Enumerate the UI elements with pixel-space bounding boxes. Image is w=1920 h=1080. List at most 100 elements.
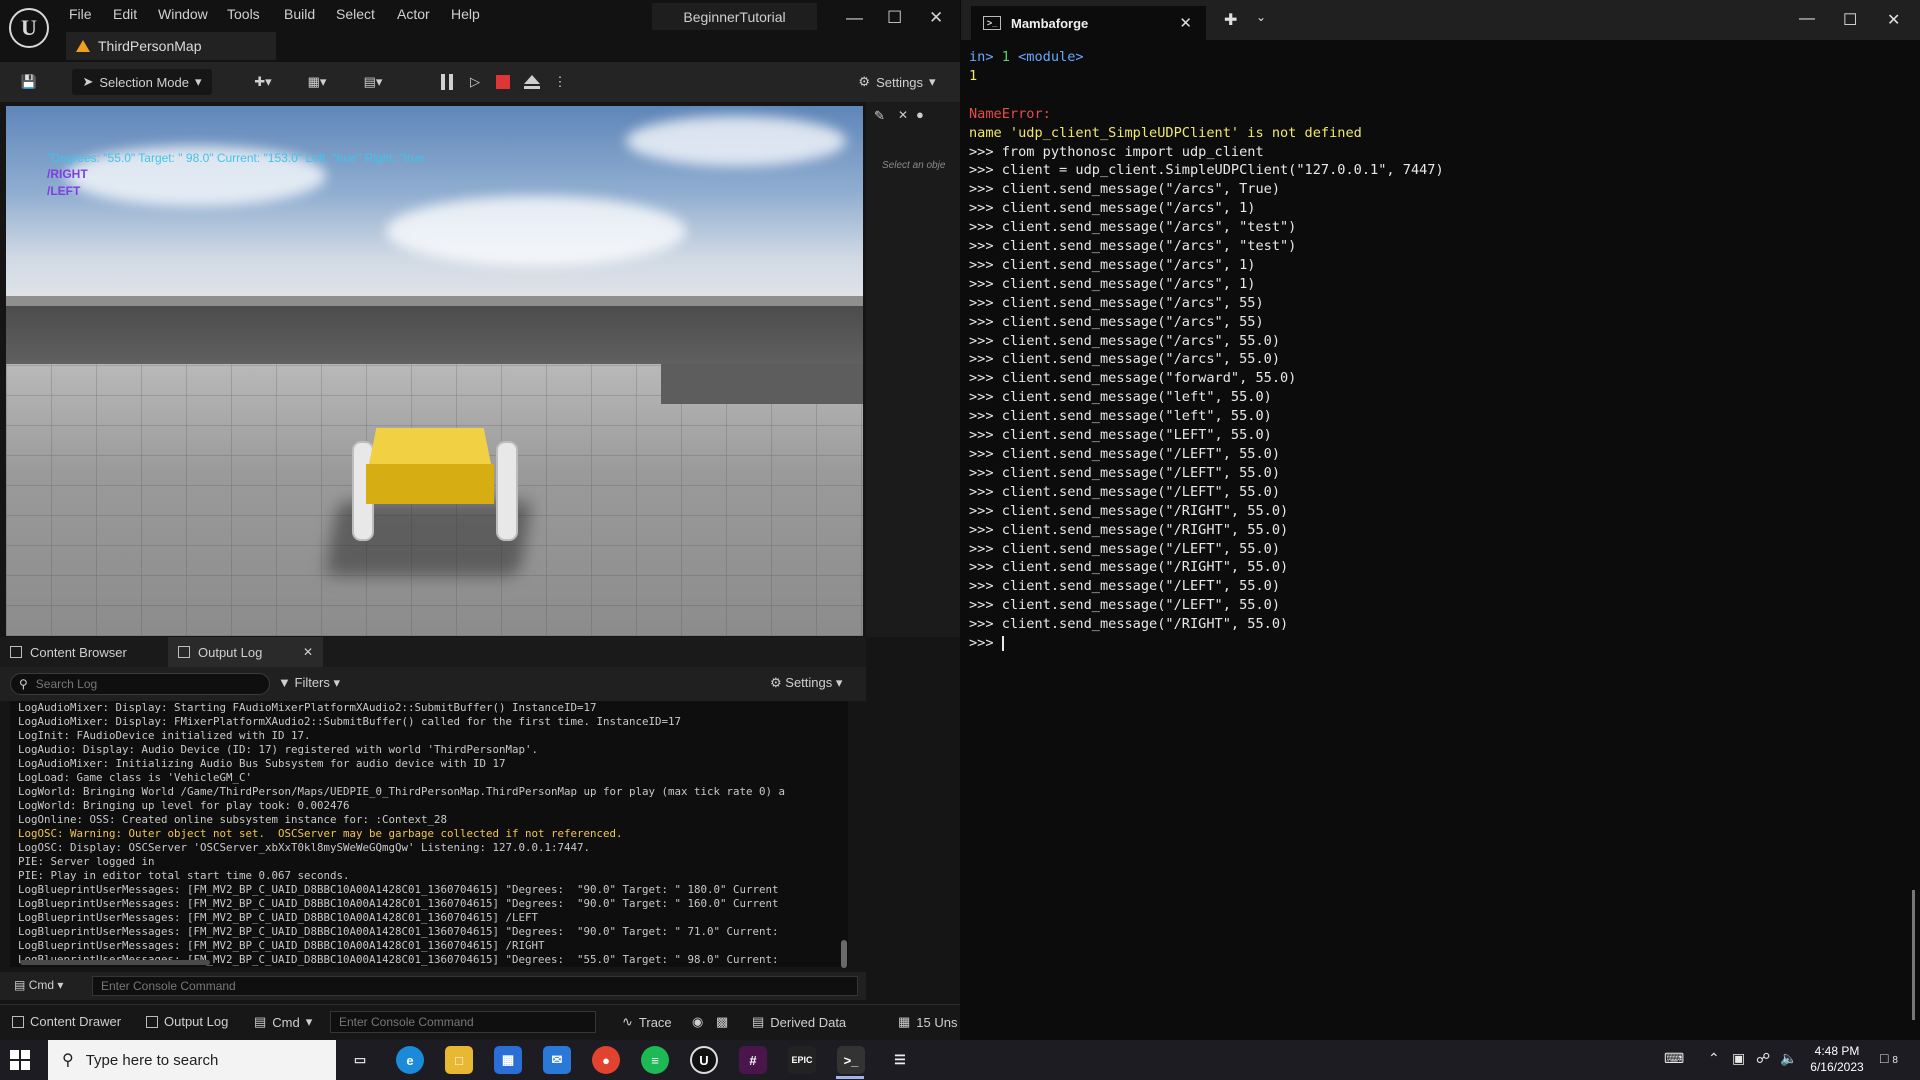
terminal-text: >>> client.send_message("/LEFT", 55.0): [969, 483, 1280, 500]
tab-output-log[interactable]: Output Log ✕: [168, 637, 323, 667]
vehicle-body-front[interactable]: [366, 464, 494, 504]
terminal-taskbar-icon[interactable]: >_: [837, 1046, 865, 1074]
notification-button[interactable]: □ 8: [1880, 1050, 1898, 1066]
terminal-title-bar: >_ Mambaforge ✕ ✚ ⌄ — ☐ ✕: [961, 0, 1920, 40]
edge-icon[interactable]: e: [396, 1046, 424, 1074]
close-tab-icon[interactable]: ✕: [303, 645, 313, 659]
ue-toolbar: 💾 ➤ Selection Mode ▾ ✚▾ ▦▾ ▤▾ ▷ ⋮ ⚙ Sett…: [0, 62, 960, 102]
menu-select[interactable]: Select: [336, 6, 375, 22]
tray-app-icon[interactable]: ▣: [1732, 1050, 1745, 1067]
output-log-body[interactable]: LogAudioMixer: Display: Starting FAudioM…: [10, 701, 848, 967]
menu-file[interactable]: File: [69, 6, 92, 22]
more-options-icon[interactable]: ⋮: [553, 69, 567, 95]
terminal-icon: >_: [983, 16, 1001, 30]
cmd-dropdown[interactable]: ▤ Cmd ▾: [14, 978, 63, 992]
taskbar-clock[interactable]: 4:48 PM 6/16/2023: [1806, 1043, 1868, 1075]
menu-actor[interactable]: Actor: [397, 6, 430, 22]
terminal-tab[interactable]: >_ Mambaforge ✕: [971, 6, 1206, 40]
clock-time: 4:48 PM: [1814, 1044, 1860, 1058]
maximize-icon[interactable]: ☐: [1843, 10, 1857, 30]
terminal-line: >>>: [969, 634, 1909, 653]
chevron-down-icon: ▾: [57, 978, 64, 992]
chevron-up-icon[interactable]: ⌃: [1708, 1050, 1720, 1067]
menu-tools[interactable]: Tools: [227, 6, 260, 22]
derived-data-button[interactable]: ▤ Derived Data: [752, 1014, 846, 1030]
unsaved-button[interactable]: ▦ 15 Uns: [898, 1014, 958, 1030]
content-drawer-button[interactable]: Content Drawer: [12, 1014, 121, 1029]
pencil-icon[interactable]: ✎: [874, 108, 885, 124]
task-view-icon[interactable]: ▭: [346, 1046, 374, 1074]
map-tab[interactable]: ThirdPersonMap: [66, 32, 276, 60]
chrome-icon[interactable]: ●: [592, 1046, 620, 1074]
log-line: PIE: Server logged in: [18, 855, 155, 868]
trace-button[interactable]: ∿ Trace: [622, 1014, 672, 1030]
terminal-scrollbar[interactable]: [1912, 890, 1915, 1020]
taskbar-search-box[interactable]: ⚲ Type here to search: [48, 1040, 336, 1080]
menu-build[interactable]: Build: [284, 6, 315, 22]
tab-content-browser[interactable]: Content Browser: [0, 637, 165, 667]
search-icon: ⚲: [19, 677, 28, 691]
close-icon[interactable]: ✕: [929, 8, 943, 28]
terminal-text: >>> client.send_message("/LEFT", 55.0): [969, 597, 1280, 614]
camera-icon[interactable]: ▩: [716, 1014, 728, 1030]
log-search-input[interactable]: ⚲ Search Log: [10, 673, 270, 695]
blueprint-icon[interactable]: ▦▾: [300, 69, 334, 95]
globe-icon[interactable]: ●: [916, 107, 924, 122]
add-actor-icon[interactable]: ✚▾: [246, 69, 280, 95]
epic-games-icon[interactable]: EPIC: [788, 1046, 816, 1074]
file-explorer-icon[interactable]: □: [445, 1046, 473, 1074]
spotify-icon[interactable]: ≡: [641, 1046, 669, 1074]
details-panel: ✎ ✕ ● Select an obje: [866, 102, 960, 637]
selection-mode-button[interactable]: ➤ Selection Mode ▾: [72, 69, 212, 95]
chevron-down-icon[interactable]: ⌄: [1256, 10, 1266, 24]
volume-icon[interactable]: 🔈: [1780, 1050, 1797, 1067]
record-icon[interactable]: ◉: [692, 1014, 703, 1030]
log-vertical-scrollbar[interactable]: [841, 940, 847, 968]
close-tab-icon[interactable]: ✕: [1179, 14, 1192, 32]
debug-message-degrees: "Degrees: "55.0" Target: " 98.0" Current…: [47, 151, 425, 165]
minimize-icon[interactable]: —: [846, 8, 863, 28]
terminal-text: NameError:: [969, 105, 1051, 122]
save-icon[interactable]: 💾: [12, 69, 46, 95]
unreal-logo-icon[interactable]: U: [9, 8, 49, 48]
slack-icon[interactable]: #: [739, 1046, 767, 1074]
terminal-text: >>>: [969, 635, 1002, 652]
menu-window[interactable]: Window: [158, 6, 208, 22]
unreal-taskbar-icon[interactable]: U: [690, 1046, 718, 1074]
console-command-input[interactable]: Enter Console Command: [92, 976, 858, 996]
menu-app-icon[interactable]: ☰: [886, 1046, 914, 1074]
output-log-icon: [178, 646, 190, 658]
minimize-icon[interactable]: —: [1799, 10, 1815, 28]
notification-count: 8: [1892, 1055, 1898, 1066]
log-settings-button[interactable]: ⚙ Settings ▾: [770, 675, 842, 691]
status-console-input[interactable]: Enter Console Command: [330, 1011, 596, 1033]
windows-start-icon[interactable]: [10, 1050, 30, 1070]
network-icon[interactable]: ☍: [1756, 1050, 1770, 1067]
keyboard-icon[interactable]: ⌨: [1664, 1050, 1684, 1067]
terminal-text: >>> client.send_message("/arcs", 55.0): [969, 332, 1280, 349]
cinematics-icon[interactable]: ▤▾: [356, 69, 390, 95]
cloud: [386, 196, 686, 266]
terminal-line: >>> client.send_message("/LEFT", 55.0): [969, 540, 1909, 559]
log-line: LogAudioMixer: Display: Starting FAudioM…: [18, 701, 597, 714]
maximize-icon[interactable]: ☐: [887, 8, 902, 28]
mail-icon[interactable]: ✉: [543, 1046, 571, 1074]
menu-edit[interactable]: Edit: [113, 6, 137, 22]
level-viewport[interactable]: "Degrees: "55.0" Target: " 98.0" Current…: [6, 106, 863, 636]
log-line: LogWorld: Bringing up level for play too…: [18, 799, 350, 812]
log-horizontal-scrollbar[interactable]: [20, 960, 210, 965]
notification-icon: □: [1880, 1050, 1889, 1066]
close-icon[interactable]: ✕: [898, 108, 908, 122]
eject-button[interactable]: [515, 69, 549, 95]
toolbar-settings-button[interactable]: ⚙ Settings ▾: [852, 69, 942, 95]
new-tab-icon[interactable]: ✚: [1224, 10, 1237, 30]
close-icon[interactable]: ✕: [1887, 10, 1900, 30]
status-output-log-button[interactable]: Output Log: [146, 1014, 228, 1029]
log-filter-bar: ⚲ Search Log ▼ Filters ▾ ⚙ Settings ▾: [0, 667, 866, 701]
status-cmd-dropdown[interactable]: ▤ Cmd ▾: [254, 1014, 312, 1030]
filters-button[interactable]: ▼ Filters ▾: [278, 675, 340, 691]
store-icon[interactable]: ▦: [494, 1046, 522, 1074]
menu-help[interactable]: Help: [451, 6, 480, 22]
terminal-output[interactable]: in> 1 <module> 1 NameError: name 'udp_clien…: [969, 48, 1909, 1038]
vehicle-body-top[interactable]: [369, 428, 491, 464]
